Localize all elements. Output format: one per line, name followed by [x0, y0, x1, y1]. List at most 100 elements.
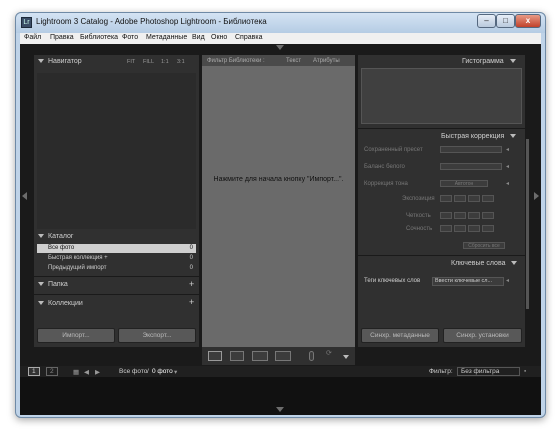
- quick-develop-header[interactable]: Быстрая коррекция: [441, 133, 520, 140]
- center-toolbar: ⟳: [202, 347, 355, 365]
- sync-metadata-button[interactable]: Синхр. метаданные: [361, 328, 439, 343]
- left-panel: Навигатор FIT FILL 1:1 3:1 Каталог Все ф…: [34, 55, 199, 347]
- catalog-header[interactable]: Каталог: [38, 233, 73, 240]
- exposure-minus[interactable]: [454, 195, 466, 202]
- reset-all-button[interactable]: Сбросить все: [463, 242, 505, 249]
- lightroom-workspace: Навигатор FIT FILL 1:1 3:1 Каталог Все ф…: [20, 44, 541, 415]
- loupe-view-icon[interactable]: [230, 351, 244, 361]
- exposure-minus-big[interactable]: [440, 195, 452, 202]
- source-dropdown-chevron-icon[interactable]: ▾: [174, 368, 177, 376]
- catalog-item-quick-collection[interactable]: Быстрая коллекция + 0: [37, 254, 196, 263]
- lightroom-app-icon: Lr: [21, 17, 32, 28]
- toolbar-menu-chevron-icon[interactable]: [343, 355, 349, 359]
- collapse-triangle-icon: [38, 301, 44, 306]
- collapse-triangle-icon: [510, 134, 517, 139]
- folders-header[interactable]: Папка: [38, 281, 68, 288]
- clarity-plus[interactable]: [468, 212, 480, 219]
- left-panel-toggle-icon[interactable]: [22, 192, 27, 200]
- spray-can-icon[interactable]: [309, 351, 314, 361]
- bottom-panel-toggle-icon[interactable]: [276, 407, 284, 412]
- filmstrip-source[interactable]: Все фото: [119, 368, 147, 375]
- add-collection-icon[interactable]: +: [189, 297, 194, 307]
- expand-arrow-icon[interactable]: ◂: [506, 163, 509, 170]
- minimize-button[interactable]: –: [477, 14, 496, 28]
- menu-edit[interactable]: Правка: [50, 34, 74, 41]
- filmstrip-photo-count[interactable]: 0 фото: [152, 368, 173, 375]
- menu-metadata[interactable]: Метаданные: [146, 34, 187, 41]
- exposure-label: Экспозиция: [402, 196, 435, 202]
- right-panel-scrollbar[interactable]: [526, 139, 529, 309]
- menu-view[interactable]: Вид: [192, 34, 205, 41]
- clarity-label: Четкость: [406, 213, 431, 219]
- collapse-triangle-icon: [38, 234, 44, 239]
- zoom-fill[interactable]: FILL: [143, 59, 154, 65]
- forward-arrow-icon[interactable]: ▶: [95, 368, 100, 376]
- catalog-item-previous-import[interactable]: Предыдущий импорт 0: [37, 264, 196, 273]
- title-bar[interactable]: Lr Lightroom 3 Catalog - Adobe Photoshop…: [16, 13, 545, 33]
- screen-1-button[interactable]: 1: [28, 367, 40, 376]
- grid-view[interactable]: Фильтр Библиотеки : Текст Атрибуты Нажми…: [202, 55, 355, 347]
- keyword-tags-dropdown[interactable]: Ввести ключевые сл...: [432, 277, 504, 286]
- zoom-3-1[interactable]: 3:1: [177, 59, 185, 65]
- import-prompt-message: Нажмите для начала кнопку "Импорт...".: [213, 176, 344, 183]
- tab-attributes[interactable]: Атрибуты: [313, 57, 340, 66]
- menu-bar: Файл Правка Библиотека Фото Метаданные В…: [20, 33, 541, 44]
- back-arrow-icon[interactable]: ◀: [84, 368, 89, 376]
- filmstrip-bar: 1 2 ▦ ◀ ▶ Все фото / 0 фото ▾ Фильтр: Бе…: [20, 366, 541, 377]
- clarity-minus-big[interactable]: [440, 212, 452, 219]
- clarity-plus-big[interactable]: [482, 212, 494, 219]
- white-balance-dropdown[interactable]: [440, 163, 502, 170]
- menu-photo[interactable]: Фото: [122, 34, 138, 41]
- navigator-preview[interactable]: [37, 73, 196, 229]
- menu-file[interactable]: Файл: [24, 34, 41, 41]
- right-panel-toggle-icon[interactable]: [534, 192, 539, 200]
- close-button[interactable]: x: [515, 14, 541, 28]
- tab-library-filter[interactable]: Фильтр Библиотеки :: [207, 57, 265, 66]
- vibrance-plus[interactable]: [468, 225, 480, 232]
- sync-settings-button[interactable]: Синхр. установки: [443, 328, 522, 343]
- filter-dropdown[interactable]: Без фильтра: [457, 367, 521, 376]
- catalog-item-count: 0: [189, 255, 193, 261]
- catalog-item-all-photos[interactable]: Все фото 0: [37, 244, 196, 253]
- compare-view-icon[interactable]: [252, 351, 268, 361]
- catalog-item-label: Все фото: [48, 245, 75, 251]
- survey-view-icon[interactable]: [275, 351, 291, 361]
- export-button[interactable]: Экспорт...: [118, 328, 196, 343]
- zoom-fit[interactable]: FIT: [127, 59, 135, 65]
- catalog-item-label: Быстрая коллекция +: [48, 255, 108, 261]
- menu-library[interactable]: Библиотека: [80, 34, 118, 41]
- exposure-plus[interactable]: [468, 195, 480, 202]
- exposure-plus-big[interactable]: [482, 195, 494, 202]
- vibrance-minus[interactable]: [454, 225, 466, 232]
- sort-icon[interactable]: ⟳: [326, 349, 334, 359]
- grid-icon[interactable]: ▦: [73, 368, 79, 376]
- navigator-header[interactable]: Навигатор: [38, 58, 82, 65]
- collections-header[interactable]: Коллекции: [38, 300, 83, 307]
- tab-text[interactable]: Текст: [286, 57, 301, 66]
- filter-lock-icon[interactable]: ▪: [524, 368, 526, 375]
- vibrance-minus-big[interactable]: [440, 225, 452, 232]
- histogram-header[interactable]: Гистограмма: [462, 58, 520, 65]
- maximize-button[interactable]: □: [496, 14, 515, 28]
- collapse-triangle-icon: [38, 282, 44, 287]
- import-button[interactable]: Импорт...: [37, 328, 115, 343]
- zoom-1-1[interactable]: 1:1: [161, 59, 169, 65]
- divider: [358, 128, 525, 129]
- expand-arrow-icon[interactable]: ◂: [506, 277, 509, 284]
- menu-window[interactable]: Окно: [211, 34, 227, 41]
- expand-arrow-icon[interactable]: ◂: [506, 146, 509, 153]
- top-panel-toggle-icon[interactable]: [276, 45, 284, 50]
- saved-preset-dropdown[interactable]: [440, 146, 502, 153]
- menu-help[interactable]: Справка: [235, 34, 262, 41]
- histogram-title: Гистограмма: [462, 58, 504, 65]
- expand-arrow-icon[interactable]: ◂: [506, 180, 509, 187]
- auto-tone-button[interactable]: Автотон: [440, 180, 488, 187]
- vibrance-plus-big[interactable]: [482, 225, 494, 232]
- tone-control-label: Коррекция тона: [364, 181, 408, 187]
- screen-2-button[interactable]: 2: [46, 367, 58, 376]
- filmstrip-source-separator: /: [147, 368, 149, 375]
- add-folder-icon[interactable]: +: [189, 279, 194, 289]
- grid-view-icon[interactable]: [208, 351, 222, 361]
- clarity-minus[interactable]: [454, 212, 466, 219]
- keywording-header[interactable]: Ключевые слова: [451, 260, 521, 267]
